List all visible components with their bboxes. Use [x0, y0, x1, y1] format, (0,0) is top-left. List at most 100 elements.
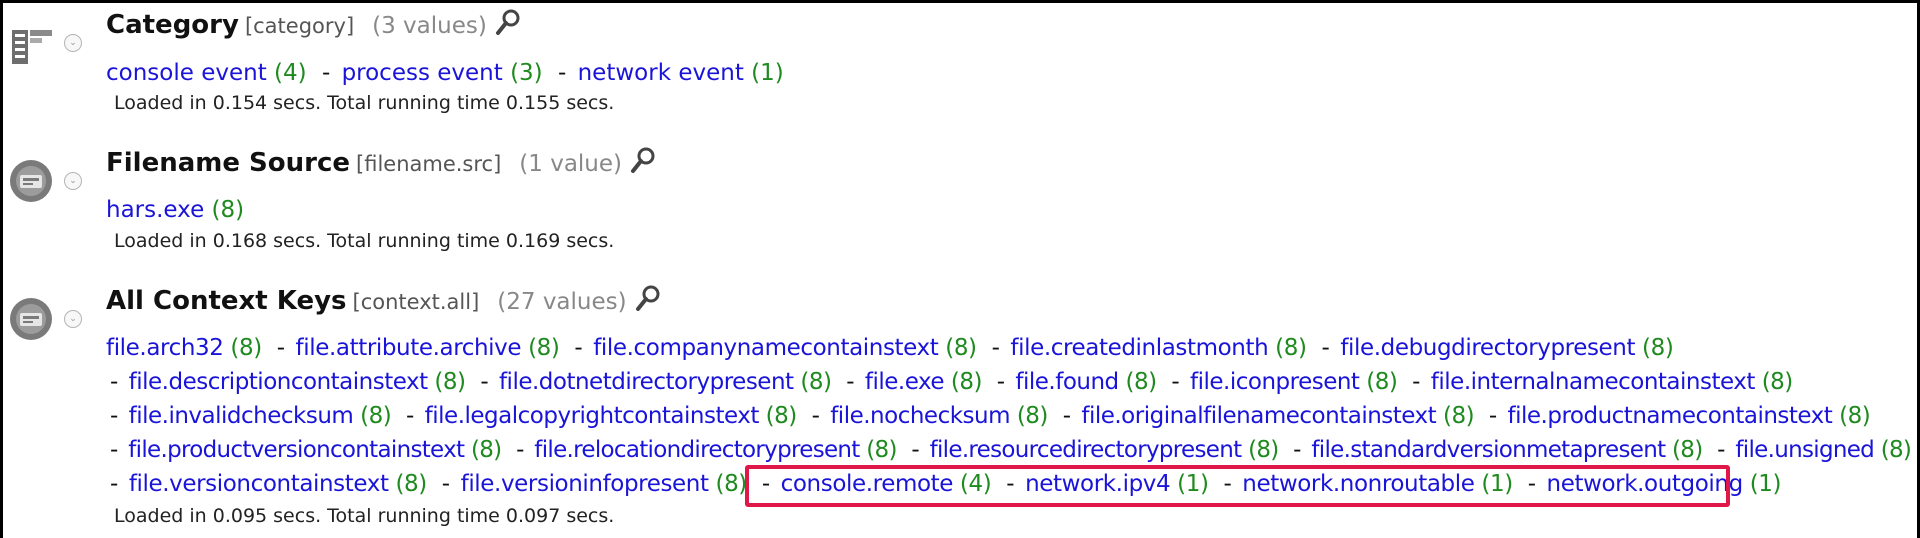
value-count: (8): [395, 471, 427, 497]
value-link[interactable]: file.invalidchecksum: [129, 403, 354, 429]
value-count: (1): [1749, 471, 1782, 497]
value-count: (8): [1761, 369, 1794, 395]
separator: -: [1488, 403, 1497, 429]
meta-key-icon: [10, 160, 52, 202]
separator: -: [110, 403, 118, 429]
value-link[interactable]: file.attribute.archive: [296, 335, 522, 361]
value-link[interactable]: file.originalfilenamecontainstext: [1081, 403, 1436, 429]
separator: -: [846, 369, 855, 395]
value-link[interactable]: file.versioncontainstext: [129, 471, 389, 497]
value-count: (8): [866, 437, 897, 463]
value-count: (3 values): [372, 13, 487, 39]
value-list-row: - file.invalidchecksum (8) - file.legalc…: [110, 399, 1871, 433]
section-title: Category: [106, 10, 239, 40]
separator: -: [911, 437, 919, 463]
value-count: (1 value): [519, 151, 623, 177]
value-count: (4): [274, 60, 307, 86]
value-link[interactable]: file.exe: [865, 369, 945, 395]
separator: -: [276, 335, 285, 361]
value-link[interactable]: file.legalcopyrightcontainstext: [425, 403, 760, 429]
separator: -: [110, 369, 118, 395]
value-count: (8): [1275, 335, 1307, 361]
value-count: (8): [1248, 437, 1279, 463]
search-icon[interactable]: [495, 8, 521, 36]
separator: -: [996, 369, 1005, 395]
value-link[interactable]: file.resourcedirectorypresent: [930, 437, 1243, 463]
value-link[interactable]: file.versioninfopresent: [461, 471, 709, 497]
meta-key-icon: [10, 298, 52, 340]
value-count: (8): [1642, 335, 1674, 361]
separator: -: [811, 403, 820, 429]
value-link[interactable]: process event: [342, 60, 503, 86]
expand-toggle-icon[interactable]: ⌄: [64, 172, 82, 190]
value-list: console event (4) - process event (3) - …: [106, 56, 784, 90]
value-list-row: file.arch32 (8) - file.attribute.archive…: [106, 331, 1674, 365]
load-time-status: Loaded in 0.168 secs. Total running time…: [114, 230, 615, 252]
value-link[interactable]: file.descriptioncontainstext: [129, 369, 428, 395]
separator: -: [574, 335, 583, 361]
separator: -: [1717, 437, 1725, 463]
section-header: Category [category] (3 values): [106, 8, 521, 46]
value-link[interactable]: file.productversioncontainstext: [128, 437, 465, 463]
meta-key-name: [context.all]: [352, 290, 480, 314]
value-count: (8): [1016, 403, 1049, 429]
value-count: (8): [945, 335, 977, 361]
value-count: (8): [1880, 437, 1912, 463]
value-count: (1): [751, 60, 784, 86]
value-link[interactable]: file.iconpresent: [1190, 369, 1360, 395]
separator: -: [1412, 369, 1420, 395]
value-link[interactable]: file.arch32: [106, 335, 224, 361]
separator: -: [516, 437, 524, 463]
value-link[interactable]: file.dotnetdirectorypresent: [499, 369, 794, 395]
value-link[interactable]: file.relocationdirectorypresent: [534, 437, 860, 463]
expand-toggle-icon[interactable]: ⌄: [64, 310, 82, 328]
value-link[interactable]: file.companynamecontainstext: [593, 335, 939, 361]
value-count: (8): [230, 335, 262, 361]
separator: -: [1171, 369, 1180, 395]
value-count: (8): [528, 335, 560, 361]
value-count: (8): [1125, 369, 1157, 395]
section-header: Filename Source [filename.src] (1 value): [106, 146, 656, 184]
value-count: (3): [510, 60, 543, 86]
value-count: (8): [360, 403, 392, 429]
value-count: (27 values): [497, 289, 627, 315]
value-count: (8): [950, 369, 983, 395]
value-link[interactable]: network event: [578, 60, 744, 86]
value-count: (8): [765, 403, 798, 429]
value-link[interactable]: file.internalnamecontainstext: [1431, 369, 1756, 395]
separator: -: [1321, 335, 1330, 361]
separator: -: [321, 60, 331, 86]
value-link[interactable]: file.createdinlastmonth: [1010, 335, 1268, 361]
value-count: (8): [1442, 403, 1475, 429]
separator: -: [557, 60, 567, 86]
value-link[interactable]: file.standardversionmetapresent: [1311, 437, 1666, 463]
value-link[interactable]: file.nochecksum: [830, 403, 1010, 429]
separator: -: [110, 437, 118, 463]
section-title: All Context Keys: [106, 286, 347, 316]
value-link[interactable]: hars.exe: [106, 197, 204, 223]
highlight-box: [745, 465, 1730, 507]
value-link[interactable]: file.unsigned: [1735, 437, 1874, 463]
search-icon[interactable]: [635, 284, 661, 312]
expand-toggle-icon[interactable]: ⌄: [64, 34, 82, 52]
category-list-icon: [12, 30, 52, 64]
value-link[interactable]: file.debugdirectorypresent: [1340, 335, 1635, 361]
meta-key-name: [category]: [244, 14, 355, 38]
value-count: (8): [1672, 437, 1703, 463]
value-link[interactable]: file.productnamecontainstext: [1508, 403, 1833, 429]
separator: -: [480, 369, 489, 395]
value-count: (8): [470, 437, 502, 463]
value-list-row: - file.descriptioncontainstext (8) - fil…: [110, 365, 1793, 399]
meta-key-name: [filename.src]: [356, 152, 502, 176]
value-link[interactable]: console event: [106, 60, 267, 86]
value-count: (8): [434, 369, 466, 395]
value-count: (8): [715, 471, 748, 497]
value-list-row: - file.productversioncontainstext (8) - …: [110, 433, 1912, 467]
separator: -: [110, 471, 118, 497]
search-icon[interactable]: [630, 146, 656, 174]
separator: -: [1293, 437, 1301, 463]
value-link[interactable]: file.found: [1015, 369, 1119, 395]
load-time-status: Loaded in 0.095 secs. Total running time…: [114, 505, 615, 527]
value-count: (8): [1366, 369, 1398, 395]
load-time-status: Loaded in 0.154 secs. Total running time…: [114, 92, 615, 114]
